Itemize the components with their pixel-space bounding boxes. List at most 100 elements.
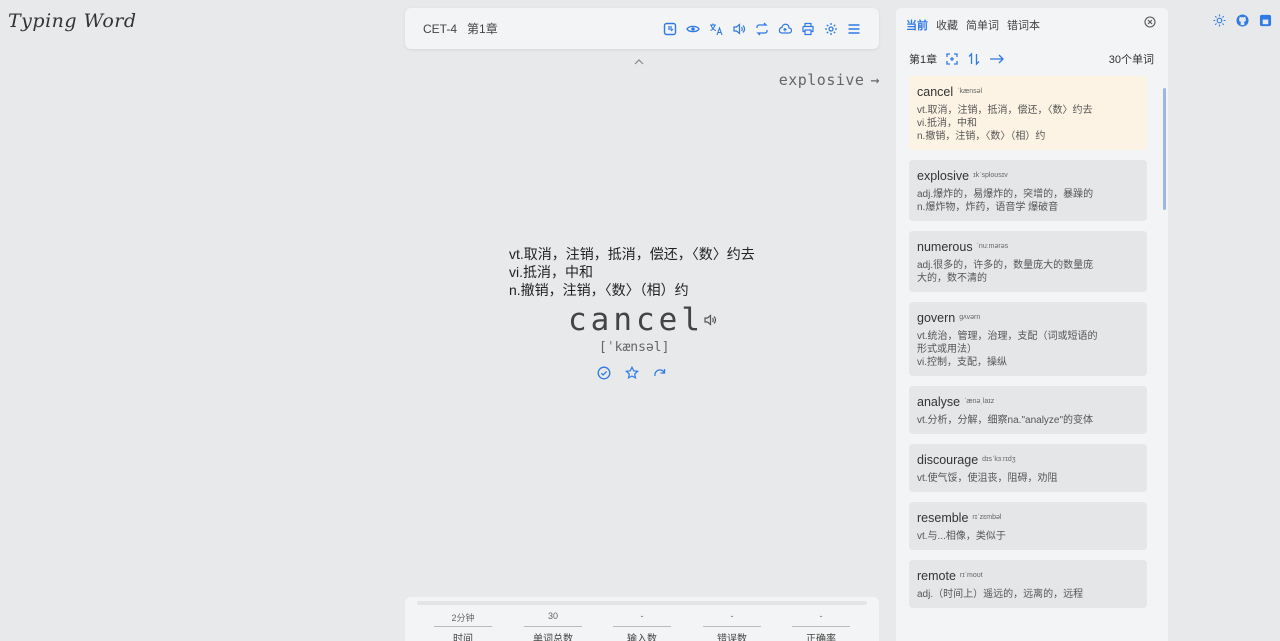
tab-simple[interactable]: 简单词 <box>966 17 999 33</box>
panel-chapter-row: 第1章 30个单词 <box>909 51 1154 67</box>
progress-track <box>417 601 867 605</box>
stat-label: 正确率 <box>806 634 836 641</box>
tab-current[interactable]: 当前 <box>906 17 928 33</box>
stat-label: 单词总数 <box>533 634 573 641</box>
skip-icon[interactable] <box>653 366 667 380</box>
top-right-icons <box>1213 14 1272 27</box>
app-icon[interactable] <box>1259 14 1272 27</box>
check-circle-icon[interactable] <box>597 366 611 380</box>
item-phonetic: rɪˈmoʊt <box>959 572 983 579</box>
word-translation: vt.取消，注销，抵消，偿还，〈数〉约去 vi.抵消，中和 n.撤销，注销，〈数… <box>509 245 755 299</box>
list-item[interactable]: resemble rɪˈzɛmbəl vt.与...相像，类似于 <box>909 502 1147 550</box>
item-trans: vi.抵消，中和 <box>917 118 977 129</box>
item-word: resemble <box>917 511 969 525</box>
word-list-panel: 当前 收藏 简单词 错词本 第1章 30个单词 cancel ˈkænsəl vt… <box>896 8 1168 641</box>
sound-icon[interactable] <box>731 21 746 36</box>
stat-label: 输入数 <box>627 634 657 641</box>
translation-line: n.撤销，注销，〈数〉（相）约 <box>509 282 689 298</box>
item-phonetic: ɪkˈsploʊsɪv <box>973 172 1008 179</box>
star-icon[interactable] <box>625 366 639 380</box>
dict-icon[interactable] <box>662 21 677 36</box>
item-phonetic: ˈnuːmərəs <box>976 243 1009 250</box>
item-phonetic: dɪsˈkɜːrɪdʒ <box>982 456 1016 463</box>
list-item[interactable]: numerous ˈnuːmərəs adj.很多的，许多的，数量庞大的数量庞 大的… <box>909 231 1147 292</box>
next-word-link[interactable]: explosive → <box>779 71 880 89</box>
item-trans: adj.（时间上）遥远的，远离的，远程 <box>917 589 1084 600</box>
item-trans: 形式或用法） <box>917 344 977 355</box>
github-icon[interactable] <box>1236 14 1249 27</box>
list-item[interactable]: govern ɡʌvərn vt.统治，管理，治理，支配（词或短语的 形式或用法） v… <box>909 302 1147 376</box>
list-item[interactable]: explosive ɪkˈsploʊsɪv adj.爆炸的，易爆炸的，突增的，暴躁… <box>909 160 1147 221</box>
word-list: cancel ˈkænsəl vt.取消，注销，抵消，偿还，〈数〉约去 vi.抵消，… <box>909 76 1147 618</box>
scrollbar[interactable] <box>1163 88 1166 210</box>
list-item[interactable]: discourage dɪsˈkɜːrɪdʒ vt.使气馁，使沮丧，阻碍，劝阻 <box>909 444 1147 492</box>
chapter-selector[interactable]: 第1章 <box>467 20 498 37</box>
sun-icon[interactable] <box>1213 14 1226 27</box>
item-trans: vt.统治，管理，治理，支配（词或短语的 <box>917 331 1098 342</box>
print-icon[interactable] <box>800 21 815 36</box>
stat-time: 2分钟 时间 <box>428 611 498 641</box>
dict-selector[interactable]: CET-4 <box>423 22 457 36</box>
list-item[interactable]: cancel ˈkænsəl vt.取消，注销，抵消，偿还，〈数〉约去 vi.抵消，… <box>909 76 1147 150</box>
item-phonetic: ˈkænsəl <box>957 88 983 95</box>
locate-icon[interactable] <box>945 52 959 66</box>
tab-collect[interactable]: 收藏 <box>936 17 958 33</box>
collapse-toolbar-icon[interactable] <box>634 55 644 69</box>
translation-line: vi.抵消，中和 <box>509 264 593 280</box>
stat-value: - <box>730 611 734 621</box>
word-count: 30个单词 <box>1108 54 1154 66</box>
panel-tabs: 当前 收藏 简单词 错词本 <box>906 17 1040 33</box>
toolbar-icons <box>662 21 861 36</box>
menu-icon[interactable] <box>846 21 861 36</box>
toolbar: CET-4 第1章 <box>405 8 879 49</box>
item-trans: vt.与...相像，类似于 <box>917 531 1006 542</box>
item-trans: vt.取消，注销，抵消，偿还，〈数〉约去 <box>917 105 1093 116</box>
stat-label: 错误数 <box>717 634 747 641</box>
item-trans: vt.分析，分解，细察na."analyze"的变体 <box>917 415 1094 426</box>
loop-icon[interactable] <box>754 21 769 36</box>
stat-errors: - 错误数 <box>697 611 767 641</box>
stat-value: - <box>640 611 644 621</box>
arrow-right-icon[interactable] <box>989 52 1005 66</box>
settings-icon[interactable] <box>823 21 838 36</box>
item-phonetic: rɪˈzɛmbəl <box>972 514 1002 521</box>
stat-total: 30 单词总数 <box>518 611 588 641</box>
eye-icon[interactable] <box>685 21 700 36</box>
stat-value: - <box>819 611 823 621</box>
item-trans: adj.爆炸的，易爆炸的，突增的，暴躁的 <box>917 189 1094 200</box>
list-item[interactable]: remote rɪˈmoʊt adj.（时间上）遥远的，远离的，远程 <box>909 560 1147 608</box>
item-trans: vt.使气馁，使沮丧，阻碍，劝阻 <box>917 473 1058 484</box>
next-word-text: explosive <box>778 71 865 89</box>
sort-icon[interactable] <box>967 52 981 66</box>
speaker-icon[interactable] <box>703 313 717 332</box>
translate-icon[interactable] <box>708 21 723 36</box>
panel-chapter: 第1章 <box>909 54 938 66</box>
current-word: cancel <box>568 302 704 338</box>
item-trans: adj.很多的，许多的，数量庞大的数量庞 <box>917 260 1094 271</box>
item-phonetic: ɡʌvərn <box>959 314 981 321</box>
list-item[interactable]: analyse ˈænəˌlaɪz vt.分析，分解，细察na."analyze"… <box>909 386 1147 434</box>
stat-value: 2分钟 <box>451 613 475 623</box>
stat-input: - 输入数 <box>607 611 677 641</box>
item-word: govern <box>917 311 956 325</box>
item-word: discourage <box>917 453 979 467</box>
item-word: remote <box>917 569 956 583</box>
item-trans: n.撤销，注销，〈数〉（相）约 <box>917 131 1046 142</box>
item-phonetic: ˈænəˌlaɪz <box>964 398 995 405</box>
stat-value: 30 <box>547 611 558 621</box>
cloud-upload-icon[interactable] <box>777 21 792 36</box>
item-word: analyse <box>917 395 961 409</box>
close-icon[interactable] <box>1144 16 1156 31</box>
stat-accuracy: - 正确率 <box>786 611 856 641</box>
app-logo: Typing Word <box>8 10 137 32</box>
item-trans: 大的，数不清的 <box>917 273 987 284</box>
word-actions <box>597 366 667 380</box>
item-word: numerous <box>917 240 973 254</box>
phonetic: [ˈkænsəl] <box>599 340 670 355</box>
tab-wrong[interactable]: 错词本 <box>1007 17 1040 33</box>
item-word: explosive <box>917 169 970 183</box>
translation-line: vt.取消，注销，抵消，偿还，〈数〉约去 <box>509 246 755 262</box>
item-trans: n.爆炸物，炸药，语音学 爆破音 <box>917 202 1059 213</box>
item-word: cancel <box>917 85 954 99</box>
item-trans: vi.控制，支配，操纵 <box>917 357 1007 368</box>
